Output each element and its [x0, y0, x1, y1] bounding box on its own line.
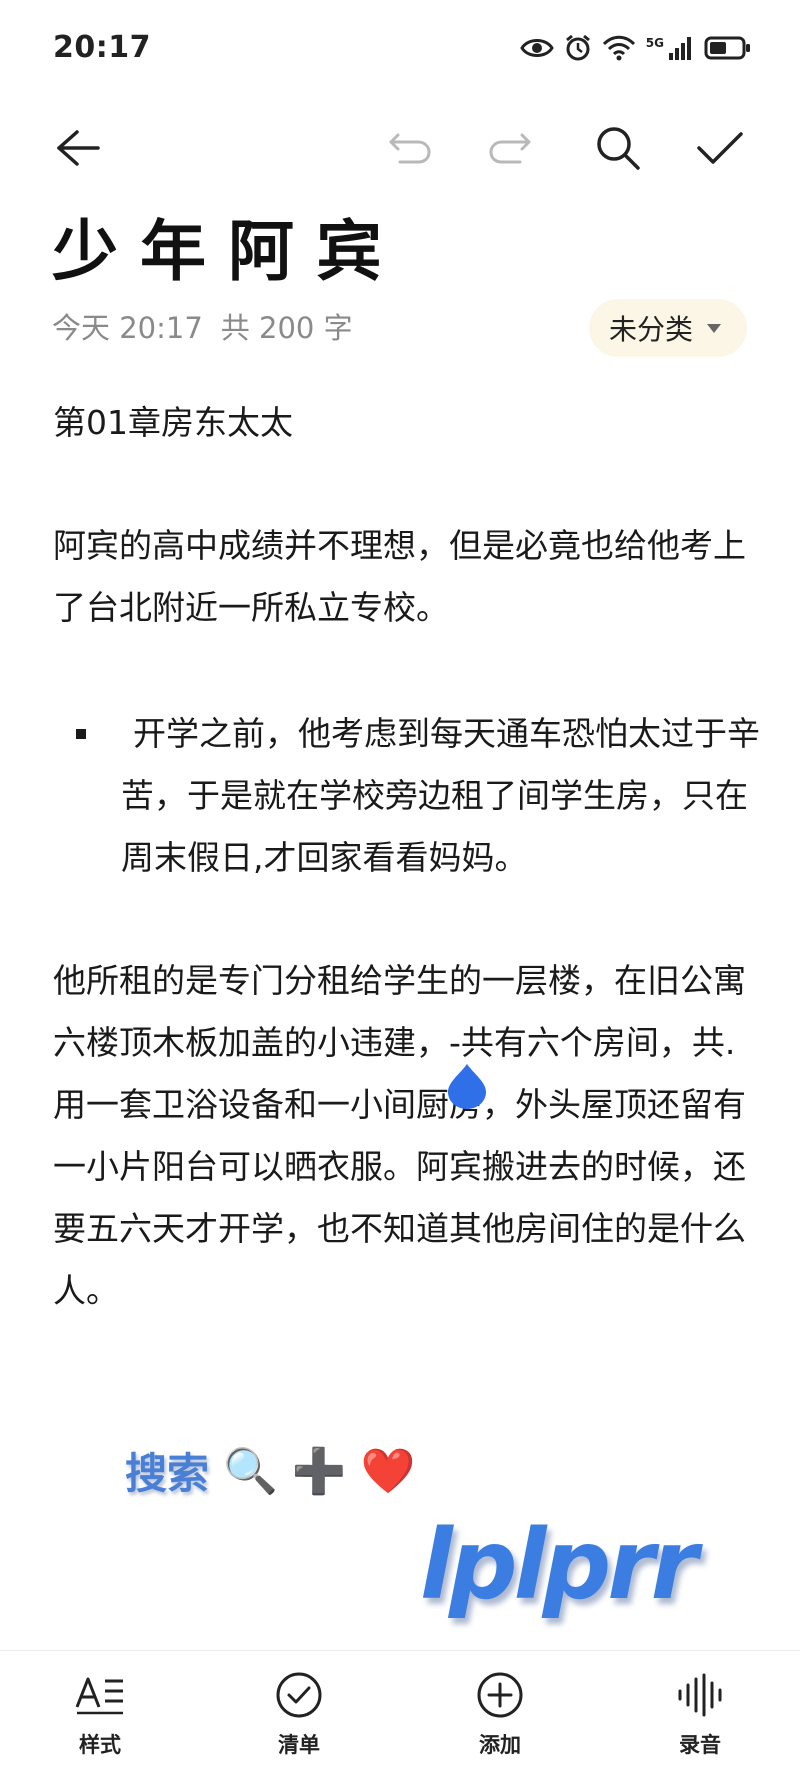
check-icon — [696, 130, 744, 170]
overlay-search-sticker: 搜索 🔍 ➕ ❤️ — [125, 1440, 415, 1501]
note-date: 今天 20:17 — [52, 311, 203, 345]
note-editor-screen: 20:17 5G 少年阿宾 今天 20:17 共 200 字 未分类 第01章房… — [0, 0, 800, 1768]
checklist-icon — [273, 1669, 325, 1721]
checklist-button[interactable]: 清单 — [239, 1669, 359, 1765]
signal-icon — [668, 35, 694, 65]
undo-button[interactable] — [380, 120, 440, 180]
note-word-count: 共 200 字 — [220, 311, 353, 345]
text-style-icon — [74, 1669, 126, 1721]
search-icon — [594, 124, 642, 176]
note-title[interactable]: 少年阿宾 — [52, 210, 404, 294]
add-icon — [474, 1669, 526, 1721]
editor-toolbar — [0, 105, 800, 195]
text-cursor-handle[interactable] — [446, 1064, 488, 1114]
chapter-heading[interactable]: 第01章房东太太 — [53, 392, 753, 454]
paragraph-2[interactable]: 他所租的是专门分租给学生的一层楼，在旧公寓六楼顶木板加盖的小违建，-共有六个房间… — [53, 950, 753, 1322]
arrow-left-icon — [55, 128, 101, 172]
alarm-icon — [564, 33, 592, 67]
done-button[interactable] — [690, 120, 750, 180]
caret-down-icon — [707, 323, 721, 333]
add-button[interactable]: 添加 — [440, 1669, 560, 1765]
category-selector[interactable]: 未分类 — [588, 299, 747, 357]
bullet-icon — [76, 729, 86, 739]
style-button-label: 样式 — [79, 1733, 121, 1757]
paragraph-1[interactable]: 阿宾的高中成绩并不理想，但是必竟也给他考上了台北附近一所私立专校。 — [53, 515, 753, 639]
redo-icon — [488, 131, 532, 169]
magnifier-emoji-icon: 🔍 — [223, 1445, 278, 1497]
note-meta: 今天 20:17 共 200 字 — [52, 308, 353, 348]
eye-icon — [520, 36, 554, 64]
status-icons: 5G — [520, 33, 752, 67]
status-time: 20:17 — [53, 30, 151, 65]
overlay-word: lplprr — [420, 1509, 698, 1621]
bottom-toolbar: 样式 清单 添加 录音 — [0, 1650, 800, 1768]
voice-record-icon — [674, 1669, 726, 1721]
search-button[interactable] — [588, 120, 648, 180]
overlay-search-label: 搜索 — [125, 1449, 210, 1498]
wifi-icon — [602, 35, 636, 65]
style-button[interactable]: 样式 — [40, 1669, 160, 1765]
heart-emoji-icon: ❤️ — [360, 1445, 416, 1497]
add-button-label: 添加 — [479, 1733, 521, 1757]
network-type-label: 5G — [645, 36, 664, 50]
checklist-button-label: 清单 — [278, 1733, 320, 1757]
bullet-text[interactable]: 开学之前，他考虑到每天通车恐怕太过于辛苦，于是就在学校旁边租了间学生房，只在周末… — [121, 703, 761, 889]
battery-icon — [704, 35, 752, 65]
back-button[interactable] — [48, 120, 108, 180]
voice-record-button-label: 录音 — [679, 1733, 721, 1757]
category-label: 未分类 — [608, 313, 693, 346]
plus-emoji-icon: ➕ — [291, 1445, 347, 1497]
undo-icon — [388, 131, 432, 169]
status-bar: 20:17 5G — [0, 0, 800, 100]
voice-record-button[interactable]: 录音 — [640, 1669, 760, 1765]
redo-button[interactable] — [480, 120, 540, 180]
